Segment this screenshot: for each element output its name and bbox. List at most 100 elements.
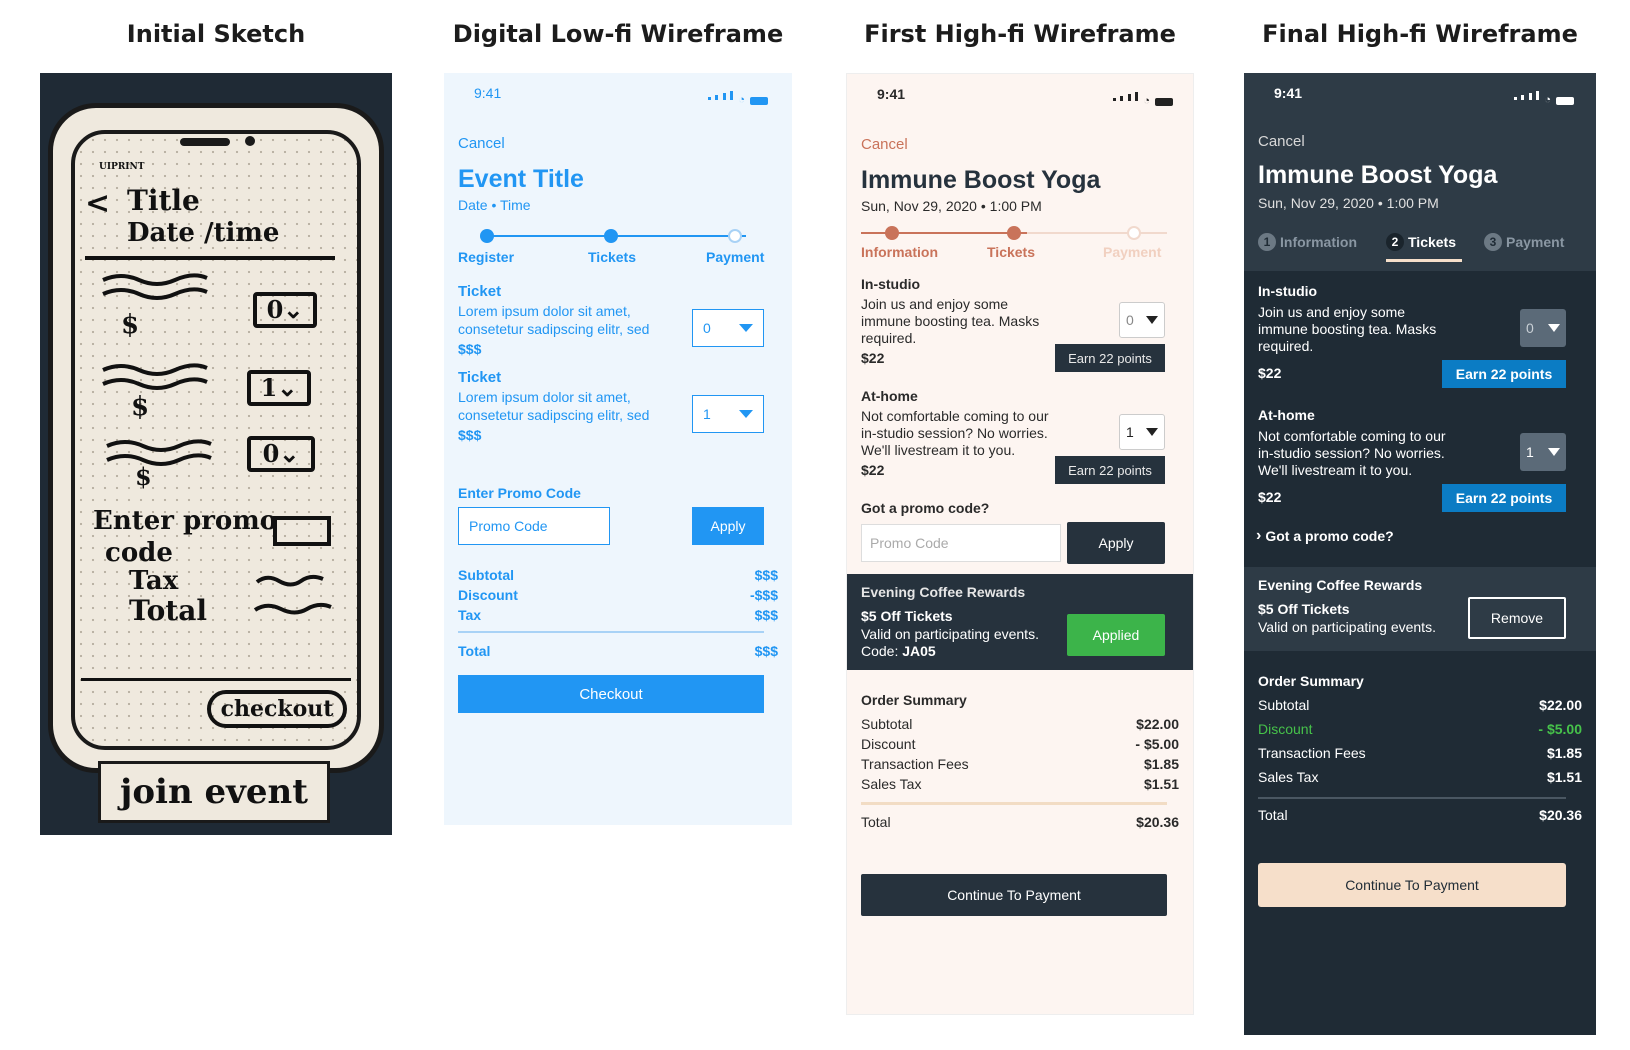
cancel-link[interactable]: Cancel — [458, 135, 505, 152]
summary-label: Sales Tax — [1258, 769, 1319, 785]
step-payment[interactable]: Payment — [1103, 244, 1161, 260]
chevron-down-icon — [739, 324, 753, 332]
summary-label: Discount — [1258, 721, 1313, 737]
ticket-price: $22 — [861, 462, 885, 478]
step-information[interactable]: Information — [861, 244, 938, 260]
ticket-desc: immune boosting tea. Masks — [861, 313, 1040, 329]
heading-hifi-final: Final High-fi Wireframe — [1262, 20, 1578, 48]
ticket-name: At-home — [861, 388, 918, 404]
cancel-link[interactable]: Cancel — [1258, 133, 1305, 150]
reward-banner: Evening Coffee Rewards $5 Off Tickets Va… — [1244, 567, 1596, 651]
sketch-promo-label: Enter promo — [93, 506, 278, 536]
ticket-desc: consetetur sadipscing elitr, sed — [458, 321, 650, 337]
ticket-desc: Not comfortable coming to our — [1258, 428, 1446, 444]
tab-label: Tickets — [1408, 234, 1456, 250]
progress-track-todo — [1027, 232, 1167, 234]
promo-code-input[interactable]: Promo Code — [861, 524, 1061, 562]
remove-button[interactable]: Remove — [1468, 597, 1566, 639]
summary-label: Transaction Fees — [861, 756, 969, 772]
sketch-divider — [85, 256, 335, 260]
tab-information[interactable]: 1 Information — [1258, 233, 1357, 251]
reward-code: Code: JA05 — [861, 643, 936, 659]
continue-to-payment-button[interactable]: Continue To Payment — [1258, 863, 1566, 907]
quantity-value: 0 — [1526, 320, 1534, 336]
sketch-divider — [81, 678, 351, 681]
sketch-price: $ — [131, 392, 150, 422]
chevron-down-icon — [1548, 324, 1560, 332]
promo-code-toggle[interactable]: › Got a promo code? — [1256, 527, 1394, 545]
sketch-squiggle — [102, 363, 208, 390]
applied-button[interactable]: Applied — [1067, 614, 1165, 656]
promo-label: Got a promo code? — [1265, 528, 1394, 544]
sketch-squiggle — [102, 273, 208, 300]
summary-value: $1.85 — [1143, 756, 1179, 772]
promo-code-input[interactable]: Promo Code — [458, 507, 610, 545]
ticket-desc: in-studio session? No worries. — [1258, 445, 1445, 461]
quantity-dropdown[interactable]: 1 — [692, 395, 764, 433]
earn-points-badge: Earn 22 points — [1442, 360, 1566, 388]
earn-points-badge: Earn 22 points — [1055, 344, 1165, 372]
battery-icon — [1556, 97, 1575, 105]
continue-to-payment-button[interactable]: Continue To Payment — [861, 874, 1167, 916]
signal-icon — [708, 87, 734, 105]
sketch-total: Total — [129, 594, 208, 627]
quantity-value: 1 — [703, 406, 711, 422]
ticket-desc: in-studio session? No worries. — [861, 425, 1048, 441]
tab-label: Information — [1280, 234, 1357, 250]
summary-divider — [861, 802, 1167, 805]
ticket-desc: required. — [1258, 338, 1314, 354]
sketch-checkout-button: checkout — [207, 690, 347, 728]
signal-icon — [1514, 87, 1540, 105]
tab-tickets[interactable]: 2 Tickets — [1386, 233, 1456, 251]
quantity-dropdown[interactable]: 0 — [692, 309, 764, 347]
summary-label: Sales Tax — [861, 776, 922, 792]
wifi-icon: ◔ — [1544, 94, 1552, 106]
quantity-dropdown[interactable]: 0 — [1119, 302, 1165, 338]
quantity-dropdown[interactable]: 1 — [1520, 433, 1566, 471]
promo-label: Got a promo code? — [861, 500, 990, 516]
ticket-name: Ticket — [458, 369, 502, 386]
sketch-promo-box — [273, 516, 331, 546]
status-time: 9:41 — [877, 86, 906, 102]
progress-step-dot — [1007, 226, 1021, 240]
apply-button[interactable]: Apply — [1067, 522, 1165, 564]
step-payment[interactable]: Payment — [706, 249, 764, 265]
cancel-link[interactable]: Cancel — [861, 136, 908, 153]
ticket-desc: Lorem ipsum dolor sit amet, — [458, 389, 631, 405]
tab-payment[interactable]: 3 Payment — [1484, 233, 1564, 251]
chevron-down-icon — [1548, 448, 1560, 456]
checkout-button[interactable]: Checkout — [458, 675, 764, 713]
ticket-name: In-studio — [861, 276, 921, 292]
summary-value: $1.51 — [1546, 769, 1582, 785]
battery-icon — [1155, 98, 1174, 106]
ticket-desc: Join us and enjoy some — [861, 296, 1009, 312]
summary-value: $1.85 — [1546, 745, 1582, 761]
total-value: $$$ — [754, 643, 778, 659]
summary-label: Subtotal — [1258, 697, 1310, 713]
chevron-down-icon — [1146, 428, 1158, 436]
quantity-dropdown[interactable]: 0 — [1520, 309, 1566, 347]
earn-points-badge: Earn 22 points — [1055, 456, 1165, 484]
apply-button[interactable]: Apply — [692, 507, 764, 545]
step-number-badge: 2 — [1386, 233, 1404, 251]
step-tickets[interactable]: Tickets — [588, 249, 636, 265]
event-date: Date • Time — [458, 197, 531, 213]
heading-lofi: Digital Low-fi Wireframe — [452, 20, 784, 48]
step-tickets[interactable]: Tickets — [987, 244, 1035, 260]
step-register[interactable]: Register — [458, 249, 514, 265]
event-title: Event Title — [458, 165, 584, 193]
wifi-icon: ◔ — [738, 94, 746, 106]
ticket-desc: Not comfortable coming to our — [861, 408, 1049, 424]
hifi-final-wireframe: 9:41 ◔ Cancel Immune Boost Yoga Sun, Nov… — [1244, 73, 1596, 1035]
summary-value: $1.51 — [1143, 776, 1179, 792]
ticket-name: In-studio — [1258, 283, 1318, 299]
quantity-dropdown[interactable]: 1 — [1119, 414, 1165, 450]
heading-initial-sketch: Initial Sketch — [126, 20, 306, 48]
sketch-qty-box: 0⌄ — [253, 292, 317, 328]
status-icons: ◔ — [708, 87, 769, 106]
summary-value: - $5.00 — [1538, 721, 1582, 737]
ticket-price: $22 — [861, 350, 885, 366]
step-number-badge: 3 — [1484, 233, 1502, 251]
sketch-title: Title — [127, 184, 200, 217]
summary-value: - $5.00 — [1135, 736, 1179, 752]
